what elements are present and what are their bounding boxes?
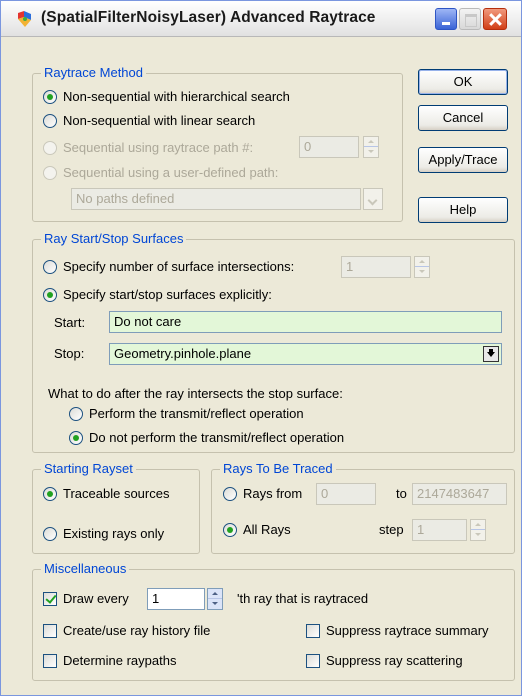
group-title: Raytrace Method (41, 65, 146, 81)
radio-label[interactable]: Traceable sources (63, 486, 169, 502)
checkbox-label[interactable]: Suppress ray scattering (326, 653, 463, 669)
group-title: Rays To Be Traced (220, 461, 336, 477)
radio-no-transmit[interactable] (69, 431, 83, 445)
chevron-down-icon (363, 188, 383, 210)
group-title: Starting Rayset (41, 461, 136, 477)
path-number-stepper (363, 136, 379, 158)
to-label: to (396, 486, 407, 501)
help-button[interactable]: Help (418, 197, 508, 223)
radio-nonseq-hierarchical[interactable] (43, 90, 57, 104)
path-number-input: 0 (299, 136, 359, 158)
close-button[interactable] (483, 8, 507, 30)
rays-to-input: 2147483647 (412, 483, 507, 505)
group-title: Ray Start/Stop Surfaces (41, 231, 187, 247)
browse-icon[interactable] (483, 346, 499, 362)
window-title: (SpatialFilterNoisyLaser) Advanced Raytr… (41, 9, 376, 26)
intersections-stepper (414, 256, 430, 278)
radio-label[interactable]: All Rays (243, 522, 291, 538)
radio-existing-rays[interactable] (43, 527, 57, 541)
radio-perform-transmit[interactable] (69, 407, 83, 421)
draw-every-checkbox[interactable] (43, 592, 57, 606)
ray-history-checkbox[interactable] (43, 624, 57, 638)
cancel-button[interactable]: Cancel (418, 105, 508, 131)
after-stop-question: What to do after the ray intersects the … (48, 386, 343, 401)
rays-from-input: 0 (316, 483, 376, 505)
raypaths-checkbox[interactable] (43, 654, 57, 668)
checkbox-label[interactable]: Suppress raytrace summary (326, 623, 489, 639)
draw-every-suffix: 'th ray that is raytraced (237, 591, 369, 606)
radio-label[interactable]: Non-sequential with linear search (63, 113, 255, 129)
step-label: step (379, 522, 404, 537)
suppress-summary-checkbox[interactable] (306, 624, 320, 638)
apply-trace-button[interactable]: Apply/Trace (418, 147, 508, 173)
draw-every-stepper[interactable] (207, 588, 223, 610)
minimize-button[interactable] (435, 8, 457, 30)
step-stepper (470, 519, 486, 541)
radio-label[interactable]: Rays from (243, 486, 302, 502)
radio-seq-user-path (43, 166, 57, 180)
step-input: 1 (412, 519, 467, 541)
radio-label[interactable]: Specify number of surface intersections: (63, 259, 294, 275)
draw-every-label[interactable]: Draw every (63, 591, 129, 607)
radio-label: Sequential using raytrace path #: (63, 140, 254, 155)
radio-label: Sequential using a user-defined path: (63, 165, 279, 180)
radio-label[interactable]: Non-sequential with hierarchical search (63, 89, 290, 105)
radio-label[interactable]: Existing rays only (63, 526, 164, 542)
ok-button[interactable]: OK (418, 69, 508, 95)
radio-label[interactable]: Do not perform the transmit/reflect oper… (89, 430, 344, 446)
suppress-scattering-checkbox[interactable] (306, 654, 320, 668)
rays-to-trace-group: Rays To Be Traced (211, 461, 515, 554)
radio-label[interactable]: Specify start/stop surfaces explicitly: (63, 287, 272, 303)
group-title: Miscellaneous (41, 561, 130, 577)
radio-seq-path-number (43, 141, 57, 155)
stop-surface-input[interactable]: Geometry.pinhole.plane (109, 343, 502, 365)
advanced-raytrace-dialog: (SpatialFilterNoisyLaser) Advanced Raytr… (0, 0, 522, 696)
checkbox-label[interactable]: Create/use ray history file (63, 623, 210, 639)
maximize-button (459, 8, 481, 30)
radio-all-rays[interactable] (223, 523, 237, 537)
radio-label[interactable]: Perform the transmit/reflect operation (89, 406, 304, 422)
draw-every-input[interactable]: 1 (147, 588, 205, 610)
stop-label: Stop: (54, 346, 85, 361)
radio-explicit-surfaces[interactable] (43, 288, 57, 302)
paths-dropdown: No paths defined (71, 188, 361, 210)
title-bar[interactable]: (SpatialFilterNoisyLaser) Advanced Raytr… (1, 1, 521, 37)
radio-number-intersections[interactable] (43, 260, 57, 274)
radio-nonseq-linear[interactable] (43, 114, 57, 128)
intersections-input: 1 (341, 256, 411, 278)
radio-rays-from[interactable] (223, 487, 237, 501)
radio-traceable-sources[interactable] (43, 487, 57, 501)
checkbox-label[interactable]: Determine raypaths (63, 653, 176, 669)
start-label: Start: (54, 315, 86, 330)
app-icon[interactable] (15, 9, 35, 29)
start-surface-input[interactable]: Do not care (109, 311, 502, 333)
